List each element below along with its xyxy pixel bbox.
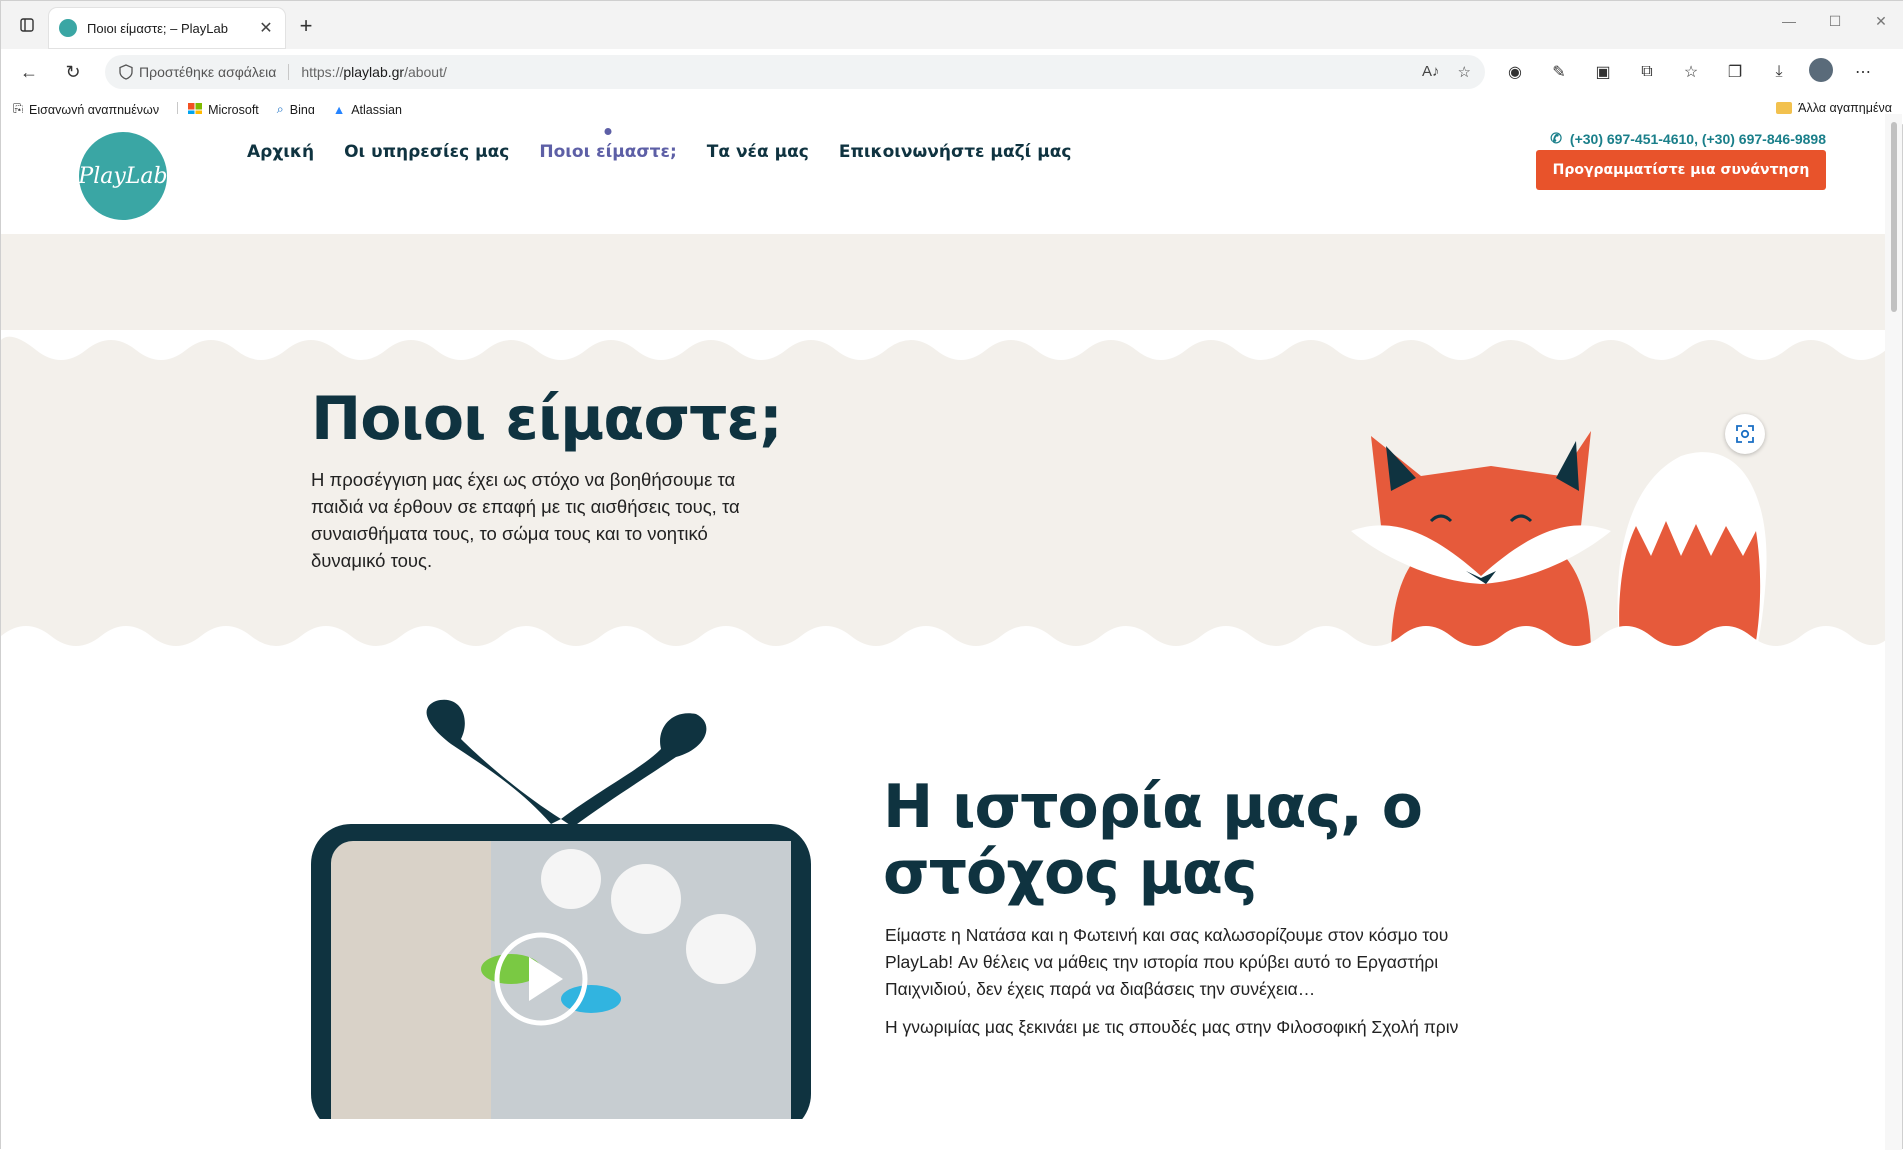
visual-search-button[interactable] xyxy=(1725,414,1765,454)
read-aloud-icon[interactable]: A♪ xyxy=(1422,63,1440,81)
hero-section: Ποιοι είμαστε; Η προσέγγιση μας έχει ως … xyxy=(1,234,1886,706)
url-path: /about/ xyxy=(404,64,447,80)
page-viewport: PlayLab Αρχική Οι υπηρεσίες μας Ποιοι εί… xyxy=(1,114,1886,1150)
schedule-meeting-button[interactable]: Προγραμματίστε μια συνάντηση xyxy=(1536,150,1826,190)
tv-video-frame xyxy=(311,699,811,1119)
extension-3-icon[interactable]: ▣ xyxy=(1589,58,1617,86)
url-prefix: https:// xyxy=(301,64,344,80)
profile-avatar[interactable] xyxy=(1809,58,1833,82)
story-paragraph-1: Είμαστε η Νατάσα και η Φωτεινή και σας κ… xyxy=(885,925,1449,999)
extensions-icon[interactable]: ⧉ xyxy=(1633,58,1661,86)
tab-title: Ποιοι είμαστε; – PlayLab xyxy=(87,20,228,36)
tab-close-icon[interactable]: ✕ xyxy=(257,18,275,38)
downloads-icon[interactable]: ⤓ xyxy=(1765,58,1793,86)
nav-news[interactable]: Τα νέα μας xyxy=(707,142,809,162)
main-navigation: Αρχική Οι υπηρεσίες μας Ποιοι είμαστε; Τ… xyxy=(247,142,1071,162)
new-tab-button[interactable]: + xyxy=(293,13,319,39)
nav-home[interactable]: Αρχική xyxy=(247,142,314,162)
wave-divider-top xyxy=(1,330,1886,360)
tab-actions-button[interactable] xyxy=(15,13,39,37)
hero-title: Ποιοι είμαστε; xyxy=(311,384,783,454)
minimize-button[interactable]: — xyxy=(1766,1,1812,41)
page-scrollbar[interactable] xyxy=(1885,114,1902,1150)
refresh-button[interactable]: ↻ xyxy=(59,58,87,86)
logo-text: PlayLab xyxy=(78,163,168,189)
favorites-icon[interactable]: ☆ xyxy=(1677,58,1705,86)
other-favorites-label: Άλλα αγαπημένα xyxy=(1798,101,1892,115)
window-controls: — ☐ ✕ xyxy=(1766,1,1903,41)
story-section: Η ιστορία μας, ο στόχος μας Είμαστε η Να… xyxy=(1,654,1886,1150)
playlab-logo[interactable]: PlayLab xyxy=(78,132,168,220)
extension-2-icon[interactable]: ✎ xyxy=(1545,58,1573,86)
maximize-button[interactable]: ☐ xyxy=(1812,1,1858,41)
shield-icon xyxy=(119,64,133,80)
wave-divider-bottom xyxy=(1,626,1886,656)
tab-strip: Ποιοι είμαστε; – PlayLab ✕ + — ☐ ✕ xyxy=(1,1,1903,49)
other-favorites[interactable]: Άλλα αγαπημένα xyxy=(1776,101,1892,115)
security-label: Προστέθηκε ασφάλεια xyxy=(139,64,277,80)
visual-search-icon xyxy=(1736,425,1754,443)
add-favorite-icon[interactable]: ☆ xyxy=(1458,63,1471,81)
nav-contact[interactable]: Επικοινωνήστε μαζί μας xyxy=(839,142,1072,162)
collections-icon[interactable]: ❐ xyxy=(1721,58,1749,86)
address-toolbar: ← ↻ Προστέθηκε ασφάλεια https://playlab.… xyxy=(1,49,1903,95)
phone-numbers[interactable]: ✆ (+30) 697-451-4610, (+30) 697-846-9898 xyxy=(1550,130,1826,147)
tab-active[interactable]: Ποιοι είμαστε; – PlayLab ✕ xyxy=(49,8,285,48)
extension-1-icon[interactable]: ◉ xyxy=(1501,58,1529,86)
more-menu-icon[interactable]: ⋯ xyxy=(1849,58,1877,86)
nav-services[interactable]: Οι υπηρεσίες μας xyxy=(344,142,509,162)
site-favicon-icon xyxy=(59,19,77,37)
scrollbar-thumb[interactable] xyxy=(1891,122,1897,312)
security-indicator[interactable]: Προστέθηκε ασφάλεια xyxy=(119,64,290,80)
url-text: https://playlab.gr/about/ xyxy=(301,64,447,80)
nav-about[interactable]: Ποιοι είμαστε; xyxy=(539,142,676,162)
back-button[interactable]: ← xyxy=(15,58,43,86)
tab-actions-icon xyxy=(20,18,34,32)
phone-icon: ✆ xyxy=(1550,130,1562,146)
extension-icons: ◉ ✎ ▣ ⧉ ☆ ❐ ⤓ ⋯ xyxy=(1501,58,1877,86)
omnibox-icons: A♪ ☆ xyxy=(1422,63,1471,81)
story-title: Η ιστορία μας, ο στόχος μας xyxy=(883,772,1423,908)
story-paragraph-2: Η γνωριμίας μας ξεκινάει με τις σπουδές … xyxy=(885,1017,1459,1037)
url-domain: playlab.gr xyxy=(343,64,405,80)
close-window-button[interactable]: ✕ xyxy=(1858,1,1903,41)
folder-icon xyxy=(1776,102,1793,114)
hero-description: Η προσέγγιση μας έχει ως στόχο να βοηθήσ… xyxy=(311,469,740,571)
address-bar[interactable]: Προστέθηκε ασφάλεια https://playlab.gr/a… xyxy=(105,55,1485,89)
phone-text: (+30) 697-451-4610, (+30) 697-846-9898 xyxy=(1569,130,1826,147)
site-header: PlayLab Αρχική Οι υπηρεσίες μας Ποιοι εί… xyxy=(1,114,1886,234)
browser-window: Ποιοι είμαστε; – PlayLab ✕ + — ☐ ✕ ← ↻ Π… xyxy=(0,0,1903,1150)
